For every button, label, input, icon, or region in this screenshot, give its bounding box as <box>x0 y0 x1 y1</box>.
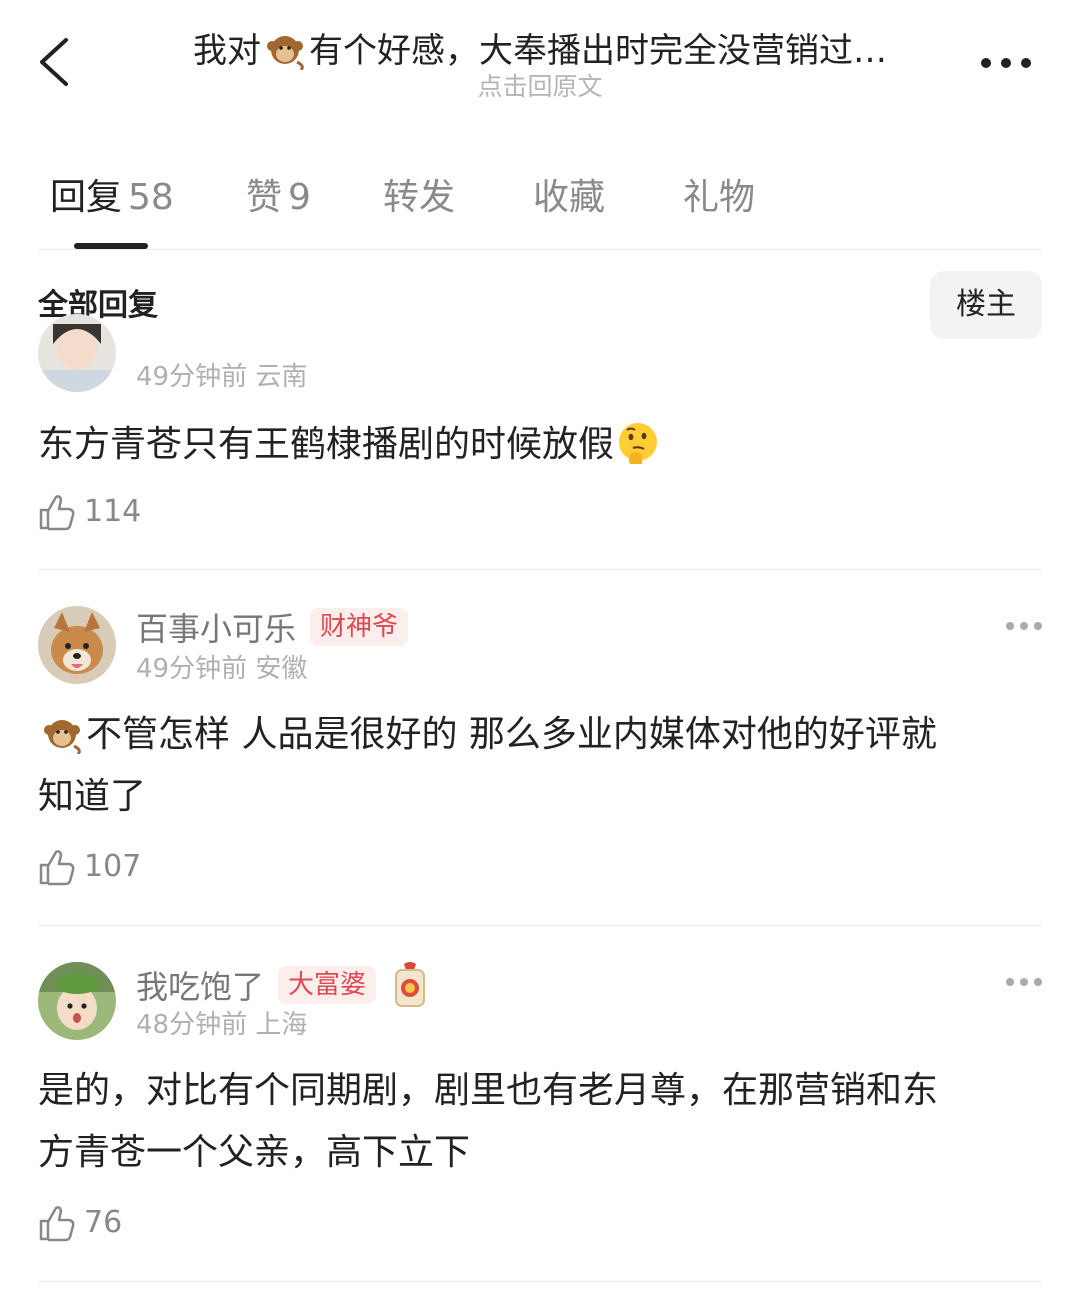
comment-divider <box>38 1281 1042 1282</box>
like-count: 76 <box>84 1205 123 1240</box>
back-arrow-icon[interactable] <box>28 30 84 94</box>
lucky-pouch-icon[interactable] <box>390 960 430 1010</box>
like-button[interactable]: 76 <box>38 1203 122 1243</box>
tab-reposts[interactable]: 转发 <box>383 176 455 220</box>
comment-text-content: 东方青苍只有王鹤棣播剧的时候放假 <box>38 424 615 465</box>
monkey-emoji-icon <box>44 720 81 754</box>
tab-replies[interactable]: 回复 58 <box>50 176 174 220</box>
thinking-face-emoji-icon <box>619 423 658 464</box>
tab-likes[interactable]: 赞9 <box>246 176 311 220</box>
avatar[interactable] <box>38 314 116 392</box>
tab-label: 回复 <box>50 177 123 218</box>
author-badge[interactable]: 大富婆 <box>278 966 377 1004</box>
title-prefix: 我对 <box>193 31 261 71</box>
comment-author-row: 我吃饱了 大富婆 <box>136 960 430 1007</box>
thumbs-up-icon <box>39 495 75 531</box>
like-button[interactable]: 107 <box>38 847 141 887</box>
thumbs-up-icon <box>39 850 75 886</box>
author-name[interactable]: 我吃饱了 <box>136 968 264 1006</box>
comment-meta: 49分钟前 云南 <box>136 362 308 392</box>
comment-item: 49分钟前 云南 东方青苍只有王鹤棣播剧的时候放假 114 <box>0 314 1080 570</box>
more-options-icon[interactable] <box>974 48 1038 78</box>
title-suffix: 有个好感，大奉播出时完全没营销过… <box>309 31 887 71</box>
tab-divider <box>38 249 1042 250</box>
comment-item: 百事小可乐 财神爷 49分钟前 安徽 不管怎样 人品是很好的 那么多业内媒体对他的… <box>0 570 1080 926</box>
tab-label: 赞 <box>246 177 283 218</box>
tab-count: 58 <box>128 177 174 218</box>
author-name[interactable]: 百事小可乐 <box>136 610 296 648</box>
post-title[interactable]: 我对 有个好感，大奉播出时完全没营销过… <box>110 26 970 74</box>
tab-gifts[interactable]: 礼物 <box>683 176 755 220</box>
comment-text-line: 不管怎样 人品是很好的 那么多业内媒体对他的好评就 <box>38 704 1038 766</box>
like-count: 107 <box>84 849 142 884</box>
tab-label: 收藏 <box>533 177 606 218</box>
tab-bar: 回复 58 赞9 转发 收藏 礼物 <box>0 160 1080 250</box>
tab-label: 转发 <box>383 177 456 218</box>
tab-label: 礼物 <box>683 177 756 218</box>
comment-meta: 49分钟前 安徽 <box>136 654 308 684</box>
comment-text-line: 是的，对比有个同期剧，剧里也有老月尊，在那营销和东 <box>38 1070 939 1111</box>
avatar[interactable] <box>38 962 116 1040</box>
like-button[interactable]: 114 <box>38 492 141 532</box>
comment-text-line: 知道了 <box>38 776 147 817</box>
avatar[interactable] <box>38 606 116 684</box>
thumbs-up-icon <box>39 1206 75 1242</box>
tab-favorites[interactable]: 收藏 <box>533 176 605 220</box>
comment-text-line: 方青苍一个父亲，高下立下 <box>38 1132 471 1173</box>
like-count: 114 <box>84 494 142 529</box>
top-bar: 我对 有个好感，大奉播出时完全没营销过… 点击回原文 <box>0 0 1080 120</box>
monkey-emoji-icon <box>267 36 304 70</box>
tab-count: 9 <box>288 177 311 218</box>
owner-only-button[interactable]: 楼主 <box>930 271 1042 339</box>
comment-more-icon[interactable] <box>1004 620 1044 632</box>
comment-text-content: 不管怎样 人品是很好的 那么多业内媒体对他的好评就 <box>86 714 937 755</box>
comment-more-icon[interactable] <box>1004 976 1044 988</box>
back-to-original-link[interactable]: 点击回原文 <box>110 70 970 104</box>
author-badge[interactable]: 财神爷 <box>310 608 409 646</box>
comment-meta: 48分钟前 上海 <box>136 1010 308 1040</box>
comment-text: 不管怎样 人品是很好的 那么多业内媒体对他的好评就 知道了 <box>38 704 1038 828</box>
comment-text: 东方青苍只有王鹤棣播剧的时候放假 <box>38 414 1038 476</box>
comment-author-row: 百事小可乐 财神爷 <box>136 604 409 648</box>
comment-text: 是的，对比有个同期剧，剧里也有老月尊，在那营销和东 方青苍一个父亲，高下立下 <box>38 1060 1038 1184</box>
comment-item: 我吃饱了 大富婆 48分钟前 上海 是的，对比有个同期剧，剧里也有老月尊，在那营销… <box>0 926 1080 1282</box>
